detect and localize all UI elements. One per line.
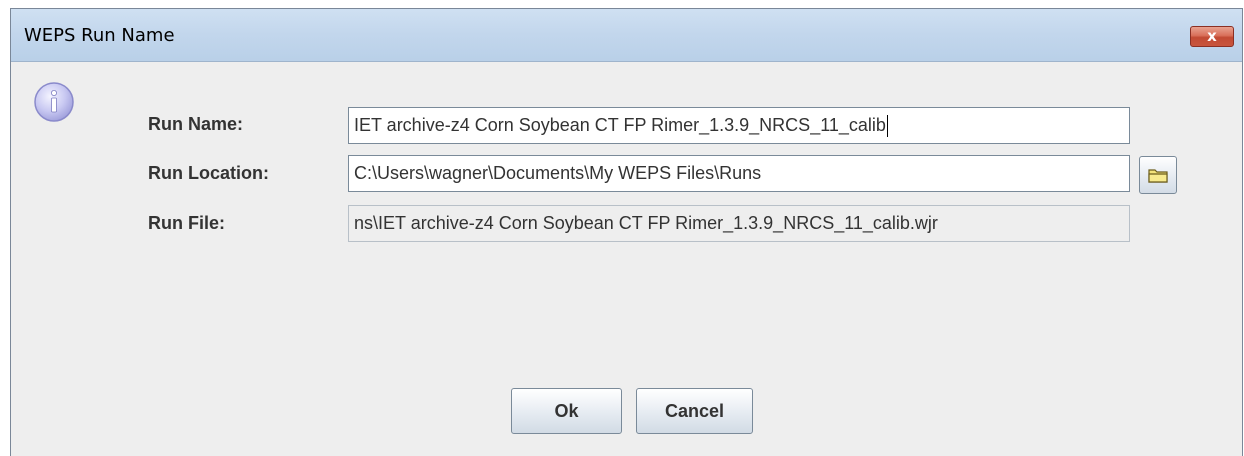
info-icon: [34, 82, 74, 122]
close-icon: x: [1207, 27, 1217, 45]
folder-icon: [1148, 169, 1168, 183]
title-bar[interactable]: WEPS Run Name x: [11, 9, 1242, 62]
run-name-label: Run Name:: [148, 114, 244, 134]
run-file-label: Run File:: [148, 213, 225, 233]
close-button[interactable]: x: [1190, 26, 1234, 47]
ok-button[interactable]: Ok: [511, 388, 622, 434]
run-name-input[interactable]: IET archive-z4 Corn Soybean CT FP Rimer_…: [348, 107, 1130, 144]
run-location-label: Run Location:: [148, 163, 269, 183]
run-file-field: ns\IET archive-z4 Corn Soybean CT FP Rim…: [348, 205, 1130, 242]
run-location-input[interactable]: C:\Users\wagner\Documents\My WEPS Files\…: [348, 155, 1130, 192]
browse-folder-button[interactable]: [1139, 156, 1177, 194]
weps-run-name-dialog: WEPS Run Name x Run Name: IET archive-z4…: [10, 8, 1243, 456]
window-title: WEPS Run Name: [24, 25, 175, 46]
text-caret: [886, 115, 888, 138]
cancel-button[interactable]: Cancel: [636, 388, 753, 434]
run-name-value: IET archive-z4 Corn Soybean CT FP Rimer_…: [354, 115, 886, 135]
